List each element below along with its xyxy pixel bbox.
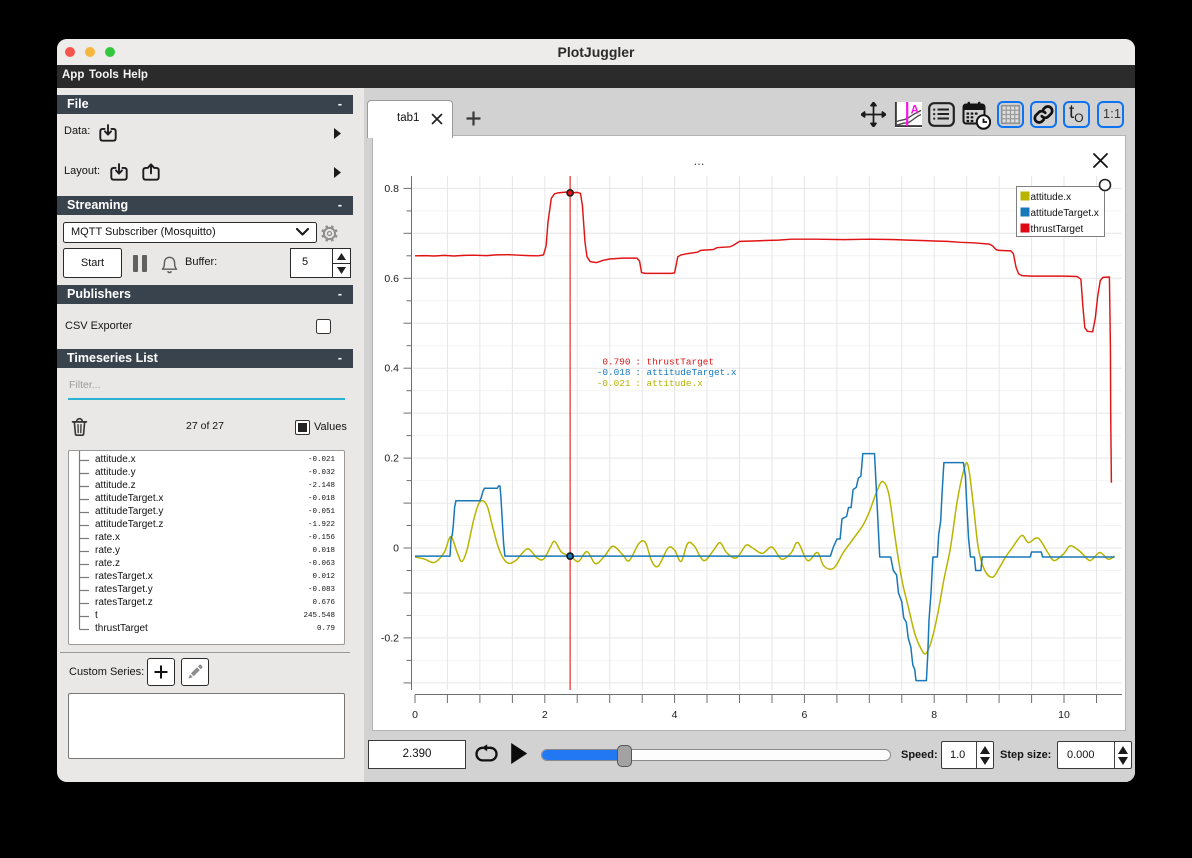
svg-text:0.8: 0.8 <box>384 183 399 195</box>
svg-text:0.2: 0.2 <box>384 453 399 465</box>
svg-text:attitude.x: attitude.x <box>647 378 704 389</box>
svg-text:A: A <box>911 105 919 117</box>
svg-text:0.790: 0.790 <box>602 357 631 368</box>
svg-text:-0.021: -0.021 <box>597 378 631 389</box>
svg-text:attitudeTarget.x: attitudeTarget.x <box>647 367 737 378</box>
svg-text:8: 8 <box>931 709 937 721</box>
svg-text:0: 0 <box>412 709 418 721</box>
svg-text:4: 4 <box>672 709 678 721</box>
svg-text:attitude.x: attitude.x <box>1031 192 1072 203</box>
svg-text:0.4: 0.4 <box>384 363 399 375</box>
svg-text:6: 6 <box>801 709 807 721</box>
svg-text:thrustTarget: thrustTarget <box>1031 224 1084 235</box>
svg-text:-0.018: -0.018 <box>597 367 631 378</box>
svg-text:-0.2: -0.2 <box>381 632 399 644</box>
svg-text:thrustTarget: thrustTarget <box>647 357 715 368</box>
svg-text:attitudeTarget.x: attitudeTarget.x <box>1031 208 1099 219</box>
svg-text:...: ... <box>694 153 705 168</box>
svg-text:2: 2 <box>542 709 548 721</box>
svg-text:0: 0 <box>393 543 399 555</box>
svg-text:10: 10 <box>1058 709 1070 721</box>
svg-text::: : <box>635 367 641 378</box>
svg-text::: : <box>635 378 641 389</box>
svg-text:0.6: 0.6 <box>384 273 399 285</box>
svg-text::: : <box>635 357 641 368</box>
